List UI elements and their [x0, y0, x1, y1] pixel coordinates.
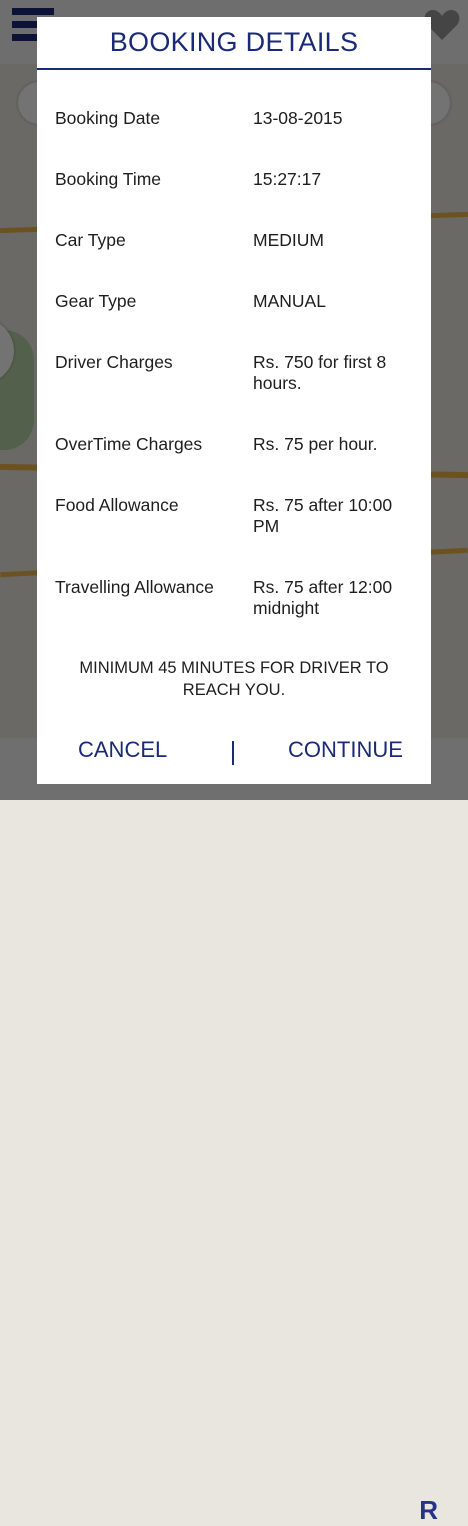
- detail-label: Driver Charges: [55, 352, 173, 372]
- booking-details-dialog: BOOKING DETAILS Booking Date 13-08-2015 …: [37, 17, 431, 784]
- detail-row-driver-charges: Driver Charges Rs. 750 for first 8 hours…: [55, 352, 431, 394]
- detail-row-food-allowance: Food Allowance Rs. 75 after 10:00 PM: [55, 495, 431, 537]
- detail-value: Rs. 75 after 12:00 midnight: [253, 577, 393, 618]
- detail-value: 15:27:17: [253, 169, 322, 189]
- detail-value: Rs. 75 after 10:00 PM: [253, 495, 393, 536]
- detail-value: 13-08-2015: [253, 108, 343, 128]
- detail-row-travelling-allowance: Travelling Allowance Rs. 75 after 12:00 …: [55, 577, 431, 619]
- bottom-action-label[interactable]: R: [419, 1495, 438, 1526]
- booking-details-list: Booking Date 13-08-2015 Booking Time 15:…: [37, 70, 431, 619]
- detail-label: Travelling Allowance: [55, 577, 214, 597]
- detail-row-booking-time: Booking Time 15:27:17: [55, 169, 431, 190]
- detail-value: MANUAL: [253, 291, 326, 311]
- detail-label: Gear Type: [55, 291, 137, 311]
- button-separator: [232, 741, 234, 765]
- driver-arrival-notice: MINIMUM 45 MINUTES FOR DRIVER TO REACH Y…: [79, 659, 389, 699]
- detail-row-car-type: Car Type MEDIUM: [55, 230, 431, 251]
- detail-value: Rs. 75 per hour.: [253, 434, 378, 454]
- detail-label: Booking Date: [55, 108, 161, 128]
- detail-row-overtime-charges: OverTime Charges Rs. 75 per hour.: [55, 434, 431, 455]
- detail-value: Rs. 750 for first 8 hours.: [253, 352, 387, 393]
- detail-row-gear-type: Gear Type MANUAL: [55, 291, 431, 312]
- continue-button[interactable]: CONTINUE: [288, 737, 403, 763]
- dialog-actions: CANCEL CONTINUE: [37, 737, 431, 771]
- detail-label: Booking Time: [55, 169, 162, 189]
- dialog-title: BOOKING DETAILS: [109, 27, 359, 57]
- detail-label: Car Type: [55, 230, 126, 250]
- detail-value: MEDIUM: [253, 230, 324, 250]
- detail-row-booking-date: Booking Date 13-08-2015: [55, 108, 431, 129]
- detail-label: Food Allowance: [55, 495, 179, 515]
- cancel-button[interactable]: CANCEL: [78, 737, 167, 763]
- detail-label: OverTime Charges: [55, 434, 203, 454]
